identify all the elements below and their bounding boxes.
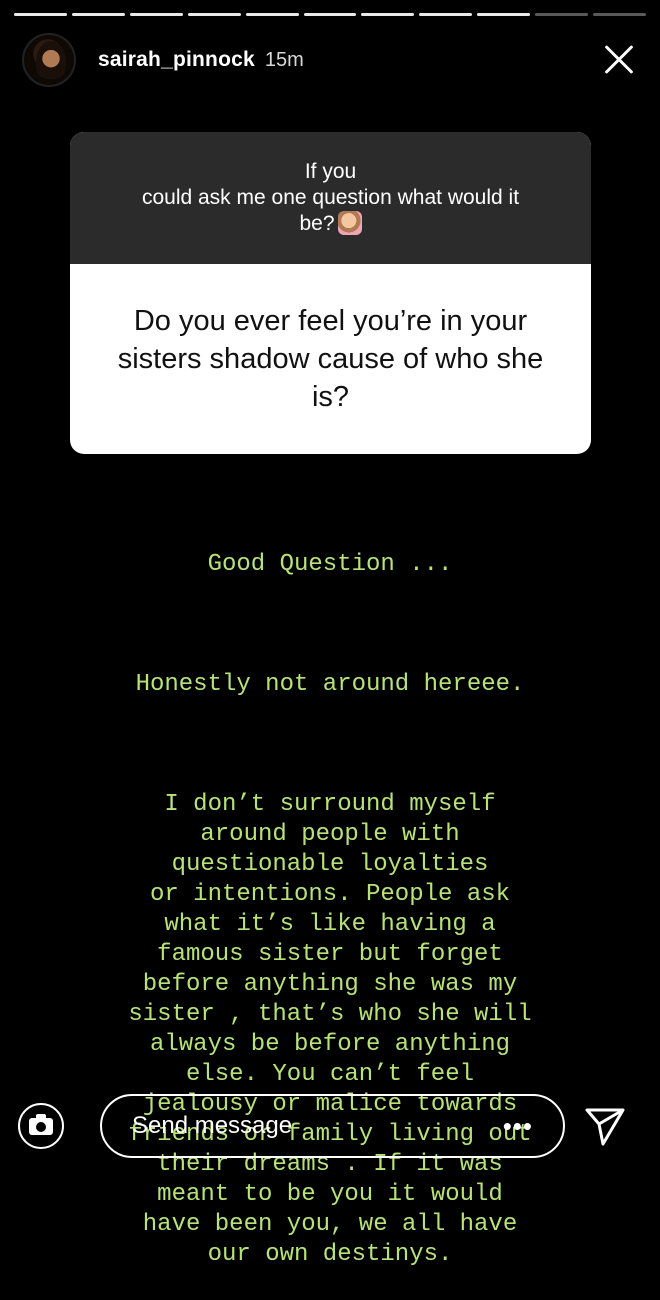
progress-segment — [303, 13, 357, 16]
question-prompt-line: be? — [299, 212, 335, 235]
send-message-placeholder: Send message — [132, 1112, 293, 1139]
question-prompt-line: could ask me one question what would it — [141, 186, 520, 209]
progress-segment — [187, 13, 241, 16]
story-caption: Good Question ... Honestly not around he… — [70, 490, 590, 1300]
story-footer: Send message ••• — [14, 1092, 646, 1160]
caption-line: Honestly not around hereee. — [135, 671, 525, 698]
caption-paragraph: I don’t surround myself around people wi… — [128, 791, 532, 1268]
send-icon[interactable] — [583, 1104, 627, 1148]
progress-segment — [245, 13, 299, 16]
avatar[interactable] — [22, 33, 76, 87]
progress-segment — [129, 13, 183, 16]
send-message-input[interactable]: Send message ••• — [100, 1094, 565, 1158]
progress-segment — [14, 13, 67, 16]
close-icon[interactable] — [598, 40, 638, 80]
username[interactable]: sairah_pinnock — [98, 48, 255, 72]
camera-icon[interactable] — [18, 1103, 64, 1149]
question-answer: Do you ever feel you’re in your sisters … — [117, 305, 544, 413]
more-options-icon[interactable]: ••• — [503, 1111, 533, 1142]
progress-segment — [535, 13, 589, 16]
progress-segment — [419, 13, 473, 16]
progress-segment — [361, 13, 415, 16]
question-prompt: If you could ask me one question what wo… — [70, 132, 591, 264]
progress-segment — [477, 13, 531, 16]
progress-segment — [593, 13, 646, 16]
question-prompt-line: If you — [304, 160, 357, 183]
story-progress-bar — [14, 13, 646, 17]
woman-raising-hand-emoji-icon — [337, 211, 362, 235]
question-sticker: If you could ask me one question what wo… — [70, 132, 591, 454]
post-time: 15m — [264, 48, 304, 71]
progress-segment — [71, 13, 125, 16]
story-header: sairah_pinnock 15m — [22, 32, 638, 88]
caption-line: Good Question ... — [207, 551, 453, 578]
